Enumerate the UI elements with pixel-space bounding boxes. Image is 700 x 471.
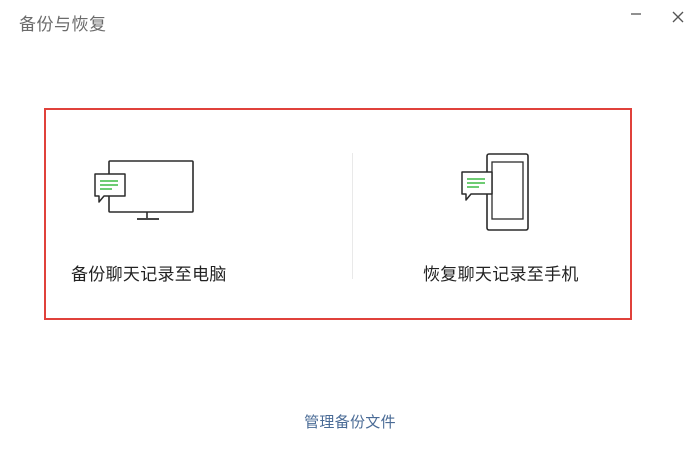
close-button[interactable] [666,6,690,28]
restore-to-phone-label: 恢复聊天记录至手机 [423,265,579,285]
minimize-button[interactable] [624,6,648,28]
monitor-chat-icon [92,154,196,226]
minimize-icon [631,13,641,15]
backup-restore-window: 备份与恢复 备份聊天记录至电脑 恢复聊天记录至手机 管理备份文件 [0,0,700,471]
restore-to-phone-option[interactable]: 恢复聊天记录至手机 [353,110,630,318]
phone-chat-icon [460,152,530,236]
backup-to-pc-option[interactable]: 备份聊天记录至电脑 [46,110,351,318]
close-icon [672,11,684,23]
backup-to-pc-label: 备份聊天记录至电脑 [71,265,227,285]
manage-backup-files-link[interactable]: 管理备份文件 [0,411,700,432]
window-title: 备份与恢复 [19,15,107,35]
options-panel: 备份聊天记录至电脑 恢复聊天记录至手机 [44,108,632,320]
